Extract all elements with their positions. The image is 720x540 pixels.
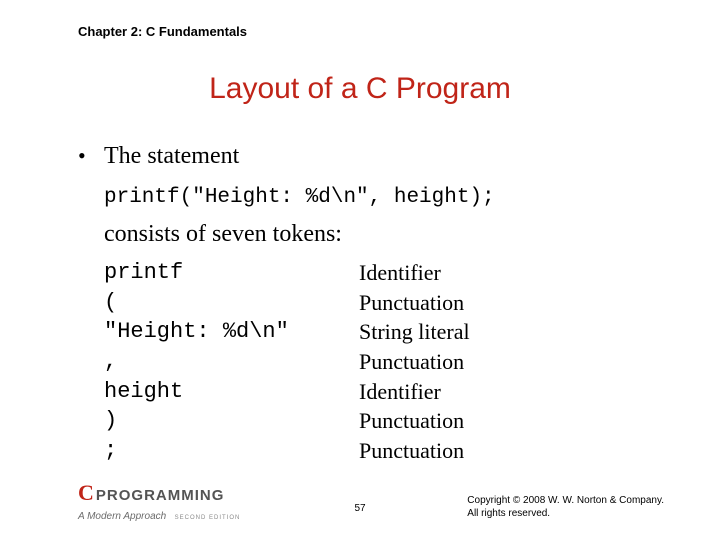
table-row: ; Punctuation (104, 436, 660, 466)
token-cell: ) (104, 406, 359, 436)
table-row: , Punctuation (104, 347, 660, 377)
token-table: printf Identifier ( Punctuation "Height:… (104, 258, 660, 466)
token-cell: height (104, 377, 359, 407)
code-statement: printf("Height: %d\n", height); (104, 186, 660, 209)
text-the-statement: The statement (104, 143, 239, 170)
copyright-line-2: All rights reserved. (467, 508, 664, 521)
logo-programming: PROGRAMMING (96, 487, 225, 504)
copyright: Copyright © 2008 W. W. Norton & Company.… (467, 495, 664, 520)
category-cell: String literal (359, 317, 470, 347)
category-cell: Punctuation (359, 347, 464, 377)
token-cell: , (104, 347, 359, 377)
category-cell: Punctuation (359, 406, 464, 436)
category-cell: Punctuation (359, 436, 464, 466)
table-row: "Height: %d\n" String literal (104, 317, 660, 347)
text-consists-of: consists of seven tokens: (104, 221, 660, 248)
body-content: • The statement printf("Height: %d\n", h… (78, 143, 660, 466)
table-row: height Identifier (104, 377, 660, 407)
category-cell: Identifier (359, 377, 441, 407)
category-cell: Identifier (359, 258, 441, 288)
bullet-glyph: • (78, 145, 104, 167)
table-row: printf Identifier (104, 258, 660, 288)
category-cell: Punctuation (359, 288, 464, 318)
token-cell: "Height: %d\n" (104, 317, 359, 347)
logo-edition: SECOND EDITION (175, 515, 241, 521)
token-cell: ( (104, 288, 359, 318)
bullet-line-1: • The statement (78, 143, 660, 170)
table-row: ) Punctuation (104, 406, 660, 436)
table-row: ( Punctuation (104, 288, 660, 318)
slide: Chapter 2: C Fundamentals Layout of a C … (0, 0, 720, 540)
copyright-line-1: Copyright © 2008 W. W. Norton & Company. (467, 495, 664, 508)
token-cell: ; (104, 436, 359, 466)
footer: C PROGRAMMING A Modern Approach SECOND E… (0, 484, 720, 524)
book-logo: C PROGRAMMING A Modern Approach SECOND E… (78, 480, 240, 524)
slide-title: Layout of a C Program (0, 72, 720, 106)
token-cell: printf (104, 258, 359, 288)
chapter-label: Chapter 2: C Fundamentals (78, 24, 247, 39)
